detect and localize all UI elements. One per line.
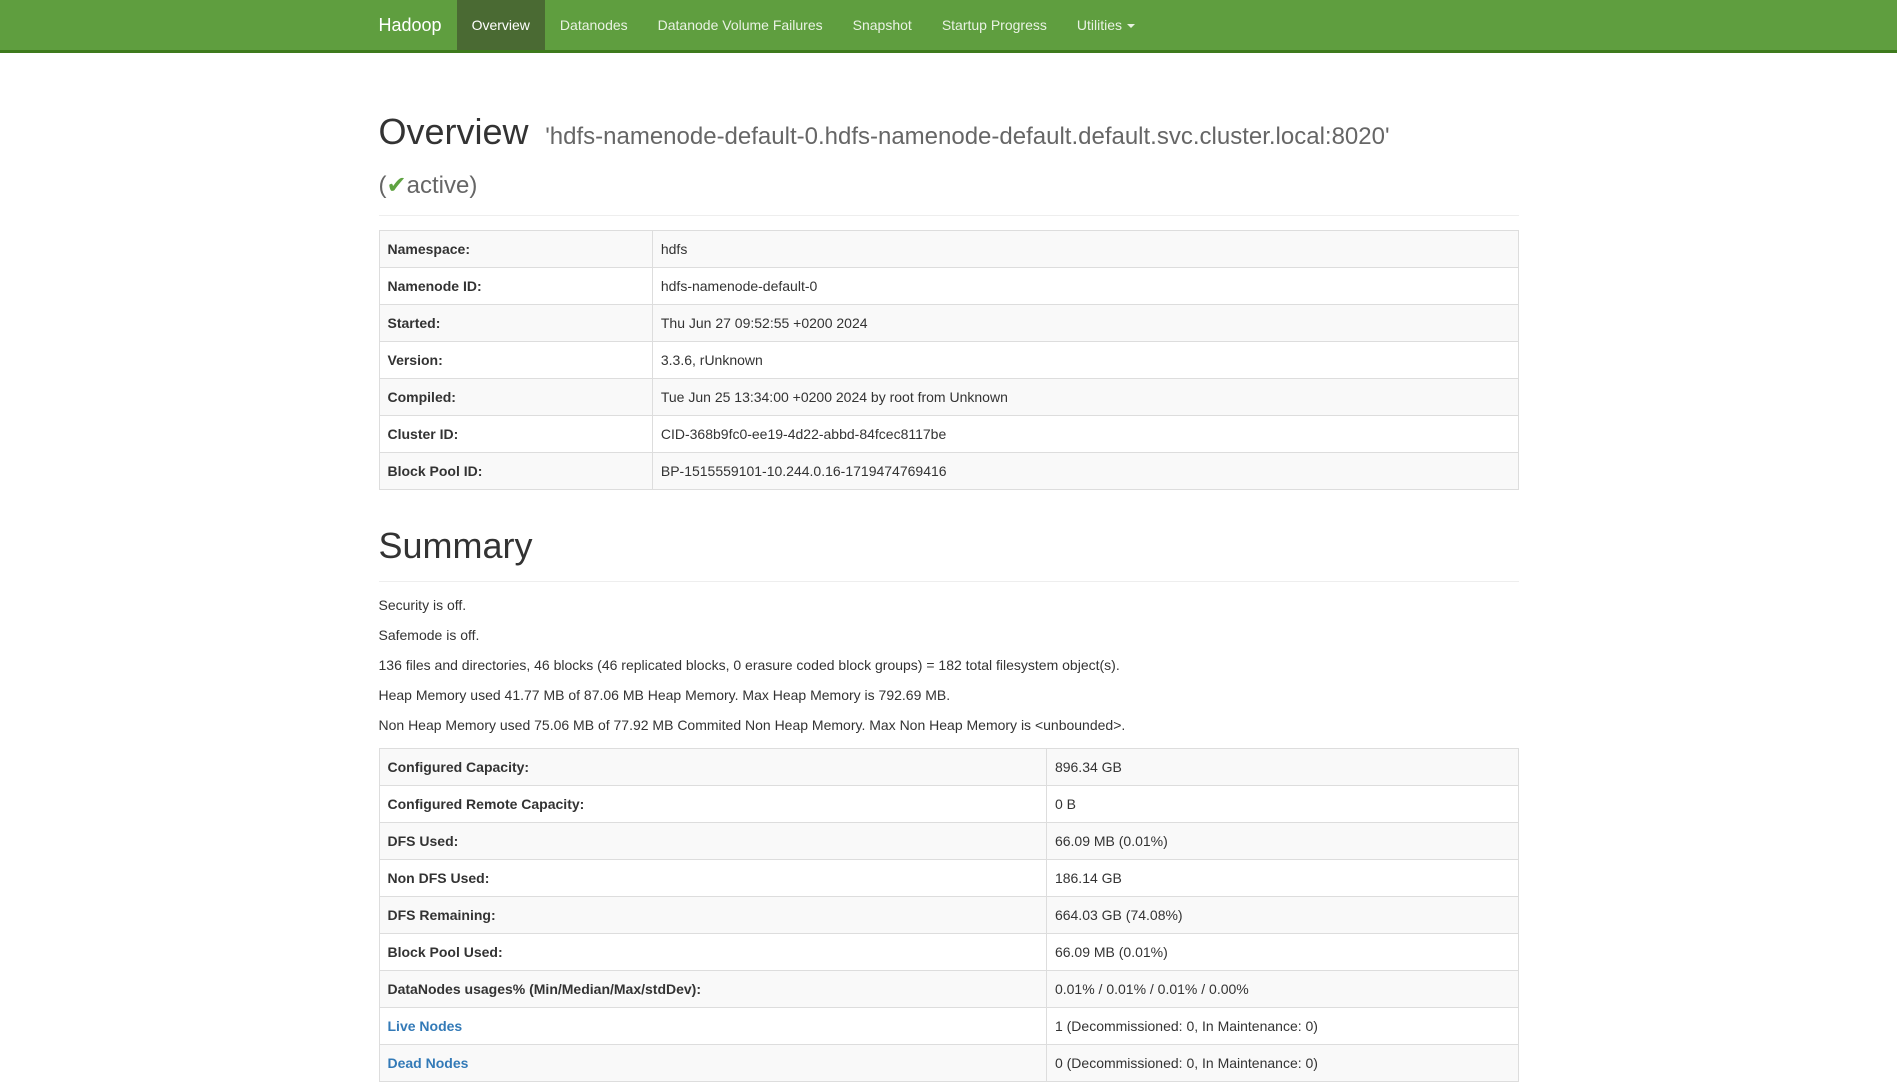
row-value: 0.01% / 0.01% / 0.01% / 0.00% xyxy=(1046,970,1518,1007)
row-value: Thu Jun 27 09:52:55 +0200 2024 xyxy=(652,305,1518,342)
top-navbar: Hadoop Overview Datanodes Datanode Volum… xyxy=(0,0,1897,53)
dead-nodes-link[interactable]: Dead Nodes xyxy=(388,1055,469,1071)
row-label: DFS Used: xyxy=(379,822,1046,859)
table-row: DFS Used: 66.09 MB (0.01%) xyxy=(379,822,1518,859)
nav-item: Datanodes xyxy=(545,0,643,50)
table-row: Live Nodes 1 (Decommissioned: 0, In Main… xyxy=(379,1007,1518,1044)
navbar-brand[interactable]: Hadoop xyxy=(364,0,457,50)
summary-line-heap-memory: Heap Memory used 41.77 MB of 87.06 MB He… xyxy=(379,686,1519,706)
active-check-icon: ✔ xyxy=(387,172,407,199)
divider xyxy=(379,215,1519,216)
live-nodes-link[interactable]: Live Nodes xyxy=(388,1018,463,1034)
state-close-paren: ) xyxy=(469,172,477,199)
nav-item-utilities-dropdown[interactable]: Utilities xyxy=(1062,0,1150,50)
row-value: hdfs-namenode-default-0 xyxy=(652,268,1518,305)
row-label: DFS Remaining: xyxy=(379,896,1046,933)
row-value: 664.03 GB (74.08%) xyxy=(1046,896,1518,933)
row-label: Compiled: xyxy=(379,379,652,416)
row-label: Block Pool ID: xyxy=(379,453,652,490)
row-label: Namespace: xyxy=(379,231,652,268)
row-value: 1 (Decommissioned: 0, In Maintenance: 0) xyxy=(1046,1007,1518,1044)
row-label: Cluster ID: xyxy=(379,416,652,453)
table-row: Block Pool ID: BP-1515559101-10.244.0.16… xyxy=(379,453,1518,490)
table-row: Namenode ID: hdfs-namenode-default-0 xyxy=(379,268,1518,305)
row-label: Non DFS Used: xyxy=(379,859,1046,896)
utilities-label: Utilities xyxy=(1077,17,1122,33)
nav-item-startup-progress[interactable]: Startup Progress xyxy=(927,0,1062,50)
divider xyxy=(379,581,1519,582)
caret-down-icon xyxy=(1127,24,1135,28)
summary-line-filesystem-objects: 136 files and directories, 46 blocks (46… xyxy=(379,656,1519,676)
row-label: Namenode ID: xyxy=(379,268,652,305)
row-label: DataNodes usages% (Min/Median/Max/stdDev… xyxy=(379,970,1046,1007)
nav-item-datanode-volume-failures[interactable]: Datanode Volume Failures xyxy=(643,0,838,50)
state-open-paren: ( xyxy=(379,172,387,199)
row-value: 66.09 MB (0.01%) xyxy=(1046,822,1518,859)
navbar-container: Hadoop Overview Datanodes Datanode Volum… xyxy=(364,0,1534,50)
nav-item: Snapshot xyxy=(838,0,927,50)
summary-title: Summary xyxy=(379,525,533,566)
row-label: Version: xyxy=(379,342,652,379)
nav-item: Startup Progress xyxy=(927,0,1062,50)
summary-line-safemode: Safemode is off. xyxy=(379,626,1519,646)
nav-item: Overview xyxy=(457,0,545,50)
row-value: 0 (Decommissioned: 0, In Maintenance: 0) xyxy=(1046,1044,1518,1081)
table-row: DataNodes usages% (Min/Median/Max/stdDev… xyxy=(379,970,1518,1007)
summary-table: Configured Capacity: 896.34 GB Configure… xyxy=(379,748,1519,1082)
nav-item: Utilities xyxy=(1062,0,1150,50)
table-row: Namespace: hdfs xyxy=(379,231,1518,268)
main-content: Overview 'hdfs-namenode-default-0.hdfs-n… xyxy=(364,108,1534,1082)
table-row: Block Pool Used: 66.09 MB (0.01%) xyxy=(379,933,1518,970)
table-row: DFS Remaining: 664.03 GB (74.08%) xyxy=(379,896,1518,933)
nav-item-snapshot[interactable]: Snapshot xyxy=(838,0,927,50)
summary-text: Security is off. Safemode is off. 136 fi… xyxy=(379,596,1519,736)
namenode-address: 'hdfs-namenode-default-0.hdfs-namenode-d… xyxy=(545,123,1389,150)
namenode-state: active xyxy=(407,172,470,199)
row-value: Tue Jun 25 13:34:00 +0200 2024 by root f… xyxy=(652,379,1518,416)
row-label: Configured Remote Capacity: xyxy=(379,785,1046,822)
row-label: Dead Nodes xyxy=(379,1044,1046,1081)
row-label: Block Pool Used: xyxy=(379,933,1046,970)
row-value: 896.34 GB xyxy=(1046,748,1518,785)
navbar-menu: Overview Datanodes Datanode Volume Failu… xyxy=(457,0,1150,50)
table-row: Configured Capacity: 896.34 GB xyxy=(379,748,1518,785)
row-value: 0 B xyxy=(1046,785,1518,822)
row-value: 3.3.6, rUnknown xyxy=(652,342,1518,379)
table-row: Started: Thu Jun 27 09:52:55 +0200 2024 xyxy=(379,305,1518,342)
table-row: Configured Remote Capacity: 0 B xyxy=(379,785,1518,822)
row-label: Live Nodes xyxy=(379,1007,1046,1044)
table-row: Dead Nodes 0 (Decommissioned: 0, In Main… xyxy=(379,1044,1518,1081)
table-row: Non DFS Used: 186.14 GB xyxy=(379,859,1518,896)
row-value: 186.14 GB xyxy=(1046,859,1518,896)
namenode-info-table: Namespace: hdfs Namenode ID: hdfs-nameno… xyxy=(379,230,1519,490)
table-row: Compiled: Tue Jun 25 13:34:00 +0200 2024… xyxy=(379,379,1518,416)
table-row: Cluster ID: CID-368b9fc0-ee19-4d22-abbd-… xyxy=(379,416,1518,453)
summary-line-non-heap-memory: Non Heap Memory used 75.06 MB of 77.92 M… xyxy=(379,716,1519,736)
nav-item: Datanode Volume Failures xyxy=(643,0,838,50)
nav-item-datanodes[interactable]: Datanodes xyxy=(545,0,643,50)
row-label: Started: xyxy=(379,305,652,342)
overview-heading: Overview 'hdfs-namenode-default-0.hdfs-n… xyxy=(379,108,1519,205)
table-row: Version: 3.3.6, rUnknown xyxy=(379,342,1518,379)
row-label: Configured Capacity: xyxy=(379,748,1046,785)
page-title: Overview xyxy=(379,111,529,152)
row-value: CID-368b9fc0-ee19-4d22-abbd-84fcec8117be xyxy=(652,416,1518,453)
row-value: hdfs xyxy=(652,231,1518,268)
row-value: 66.09 MB (0.01%) xyxy=(1046,933,1518,970)
summary-line-security: Security is off. xyxy=(379,596,1519,616)
summary-heading: Summary xyxy=(379,522,1519,571)
row-value: BP-1515559101-10.244.0.16-1719474769416 xyxy=(652,453,1518,490)
nav-item-overview[interactable]: Overview xyxy=(457,0,545,50)
